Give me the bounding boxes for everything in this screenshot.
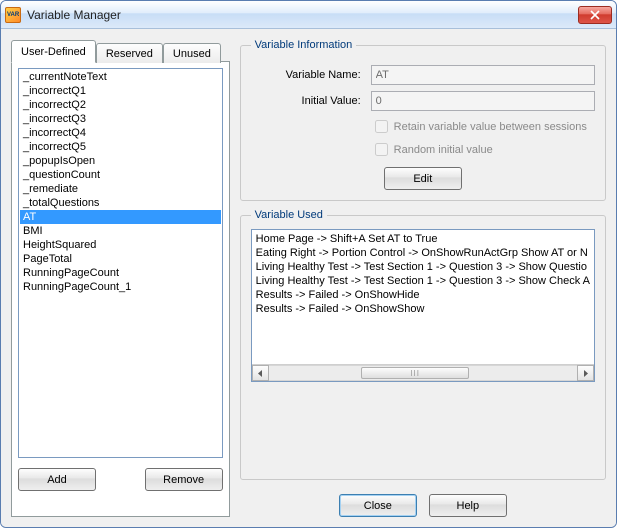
used-line[interactable]: Living Healthy Test -> Test Section 1 ->… <box>254 274 592 288</box>
list-item[interactable]: RunningPageCount_1 <box>20 280 221 294</box>
titlebar: Variable Manager <box>1 1 616 29</box>
random-checkbox[interactable] <box>375 143 388 156</box>
variable-listbox[interactable]: _currentNoteText_incorrectQ1_incorrectQ2… <box>18 68 223 458</box>
initial-value-label: Initial Value: <box>251 95 371 107</box>
variable-information-group: Variable Information Variable Name: Init… <box>240 39 606 201</box>
list-item[interactable]: _incorrectQ2 <box>20 98 221 112</box>
variable-used-title: Variable Used <box>251 209 327 221</box>
list-item[interactable]: HeightSquared <box>20 238 221 252</box>
list-item[interactable]: _questionCount <box>20 168 221 182</box>
close-button[interactable]: Close <box>339 494 417 517</box>
list-item[interactable]: _incorrectQ5 <box>20 140 221 154</box>
variable-information-title: Variable Information <box>251 39 357 51</box>
retain-checkbox[interactable] <box>375 120 388 133</box>
list-item[interactable]: _currentNoteText <box>20 70 221 84</box>
right-panel: Variable Information Variable Name: Init… <box>240 39 606 517</box>
scroll-track[interactable]: III <box>269 365 577 381</box>
used-line[interactable]: Eating Right -> Portion Control -> OnSho… <box>254 246 592 260</box>
window-title: Variable Manager <box>27 8 578 22</box>
variable-name-label: Variable Name: <box>251 69 371 81</box>
list-item[interactable]: RunningPageCount <box>20 266 221 280</box>
add-button[interactable]: Add <box>18 468 96 491</box>
list-item[interactable]: _incorrectQ3 <box>20 112 221 126</box>
list-item[interactable]: _remediate <box>20 182 221 196</box>
tab-page: _currentNoteText_incorrectQ1_incorrectQ2… <box>11 61 230 517</box>
list-item[interactable]: _popupIsOpen <box>20 154 221 168</box>
list-item[interactable]: _incorrectQ4 <box>20 126 221 140</box>
left-panel: User-Defined Reserved Unused _currentNot… <box>11 39 230 517</box>
tab-reserved[interactable]: Reserved <box>96 43 163 63</box>
tab-unused[interactable]: Unused <box>163 43 221 63</box>
list-item[interactable]: AT <box>20 210 221 224</box>
used-line[interactable]: Living Healthy Test -> Test Section 1 ->… <box>254 260 592 274</box>
tabstrip: User-Defined Reserved Unused <box>11 39 230 62</box>
var-app-icon <box>5 7 21 23</box>
scroll-thumb[interactable]: III <box>361 367 469 379</box>
used-line[interactable]: Results -> Failed -> OnShowHide <box>254 288 592 302</box>
remove-button[interactable]: Remove <box>145 468 223 491</box>
variable-used-listbox[interactable]: Home Page -> Shift+A Set AT to TrueEatin… <box>251 229 595 382</box>
list-item[interactable]: _incorrectQ1 <box>20 84 221 98</box>
scroll-right-arrow-icon[interactable] <box>577 365 594 381</box>
random-label: Random initial value <box>394 144 493 156</box>
used-line[interactable]: Results -> Failed -> OnShowShow <box>254 302 592 316</box>
initial-value-field[interactable] <box>371 91 595 111</box>
scroll-left-arrow-icon[interactable] <box>252 365 269 381</box>
variable-manager-window: Variable Manager User-Defined Reserved U… <box>0 0 617 528</box>
variable-used-group: Variable Used Home Page -> Shift+A Set A… <box>240 209 606 480</box>
tab-user-defined[interactable]: User-Defined <box>11 40 96 63</box>
list-item[interactable]: _totalQuestions <box>20 196 221 210</box>
help-button[interactable]: Help <box>429 494 507 517</box>
close-icon[interactable] <box>578 6 612 24</box>
retain-label: Retain variable value between sessions <box>394 121 587 133</box>
list-item[interactable]: BMI <box>20 224 221 238</box>
variable-name-field[interactable] <box>371 65 595 85</box>
used-line[interactable]: Home Page -> Shift+A Set AT to True <box>254 232 592 246</box>
horizontal-scrollbar[interactable]: III <box>252 364 594 381</box>
edit-button[interactable]: Edit <box>384 167 462 190</box>
list-item[interactable]: PageTotal <box>20 252 221 266</box>
